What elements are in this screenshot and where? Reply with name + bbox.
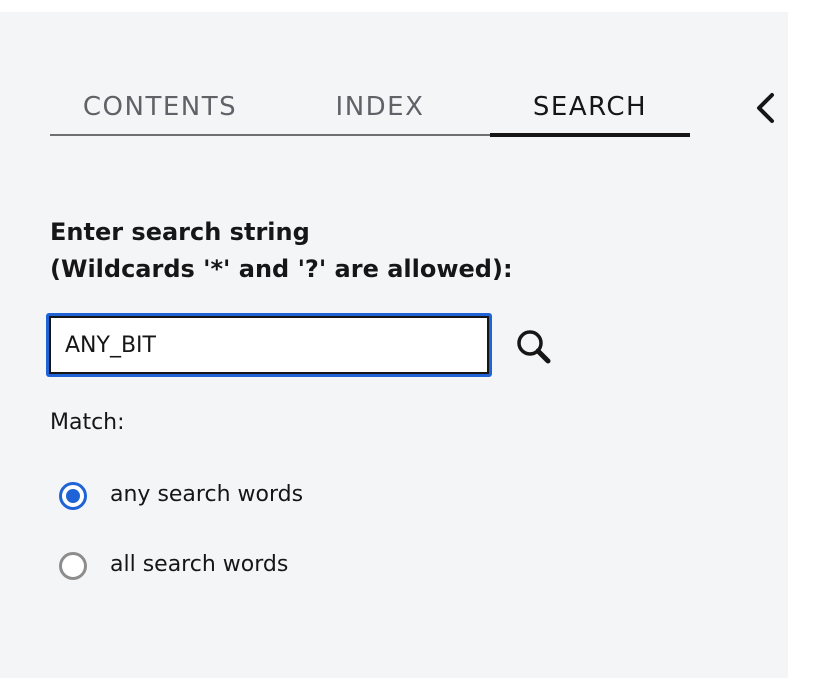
collapse-panel-button[interactable] — [748, 90, 782, 126]
tab-search[interactable]: SEARCH — [490, 82, 690, 137]
search-button[interactable] — [512, 326, 556, 368]
tab-index[interactable]: INDEX — [270, 82, 490, 136]
search-input[interactable] — [46, 313, 492, 377]
radio-unselected-icon[interactable] — [58, 551, 88, 581]
radio-selected-icon[interactable] — [58, 481, 88, 511]
tab-contents[interactable]: CONTENTS — [50, 82, 270, 136]
search-prompt-line1: Enter search string — [50, 218, 310, 246]
match-any-label: any search words — [110, 482, 304, 507]
tab-bar: CONTENTS INDEX SEARCH — [50, 82, 690, 137]
search-prompt: Enter search string (Wildcards '*' and '… — [50, 214, 513, 288]
magnifier-icon — [517, 330, 551, 364]
search-prompt-line2: (Wildcards '*' and '?' are allowed): — [50, 255, 513, 283]
chevron-left-icon — [757, 93, 774, 123]
match-all-label: all search words — [110, 552, 289, 577]
match-label: Match: — [50, 410, 125, 435]
